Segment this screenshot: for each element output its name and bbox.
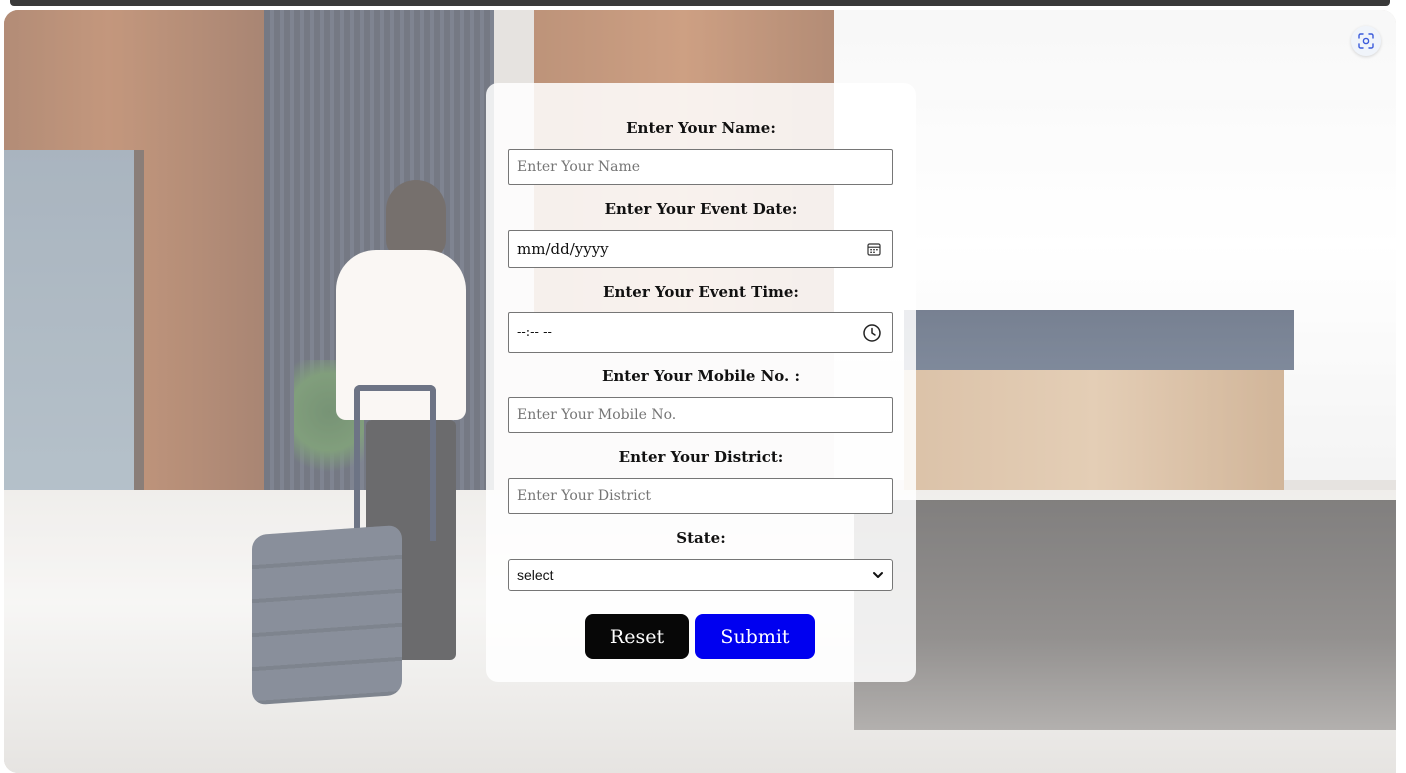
event-date-label: Enter Your Event Date:	[604, 200, 798, 218]
mobile-label: Enter Your Mobile No. :	[601, 367, 801, 385]
clock-icon[interactable]	[862, 323, 882, 343]
chevron-down-icon	[872, 569, 884, 581]
screenshot-button[interactable]	[1351, 26, 1381, 56]
submit-button[interactable]: Submit	[695, 614, 815, 659]
name-placeholder: Enter Your Name	[517, 159, 641, 175]
district-input[interactable]: Enter Your District	[508, 478, 893, 514]
event-time-value: --:-- --	[517, 325, 552, 340]
mobile-input[interactable]: Enter Your Mobile No.	[508, 397, 893, 433]
screenshot-icon	[1358, 33, 1374, 49]
state-select[interactable]: select	[508, 559, 893, 591]
reset-button[interactable]: Reset	[585, 614, 689, 659]
event-time-input[interactable]: --:-- --	[508, 312, 893, 353]
name-label: Enter Your Name:	[626, 119, 776, 137]
district-label: Enter Your District:	[618, 448, 784, 466]
event-time-label: Enter Your Event Time:	[603, 283, 799, 301]
name-input[interactable]: Enter Your Name	[508, 149, 893, 185]
event-booking-form: Enter Your Name: Enter Your Name Enter Y…	[486, 83, 916, 682]
district-placeholder: Enter Your District	[517, 488, 652, 504]
state-selected-value: select	[517, 567, 554, 583]
state-label: State:	[676, 529, 726, 547]
event-date-value: mm/dd/yyyy	[517, 240, 609, 258]
page: Enter Your Name: Enter Your Name Enter Y…	[0, 0, 1406, 773]
calendar-icon[interactable]	[866, 241, 882, 257]
mobile-placeholder: Enter Your Mobile No.	[517, 407, 677, 423]
event-date-input[interactable]: mm/dd/yyyy	[508, 230, 893, 268]
top-scrollbar	[10, 0, 1390, 6]
